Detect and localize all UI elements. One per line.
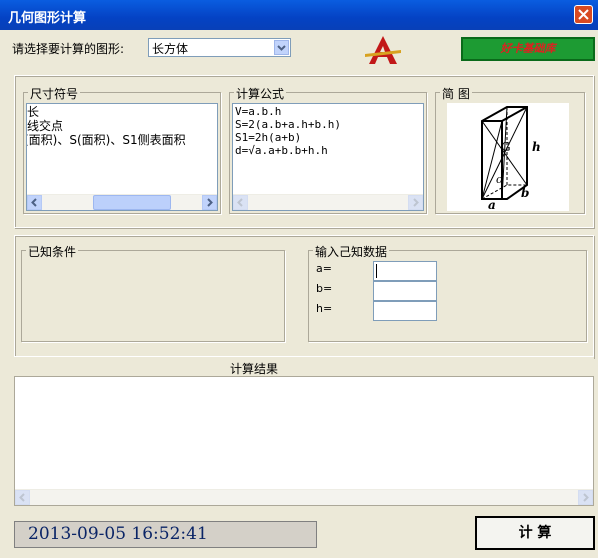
cuboid-diagram-image: G o h a b	[481, 106, 541, 212]
library-button[interactable]: 好卡基础库	[461, 37, 595, 61]
result-box[interactable]	[14, 376, 594, 506]
dimensions-line: (面积)、S(面积)、S1侧表面积	[26, 133, 186, 147]
input-data-legend: 输入己知数据	[313, 243, 390, 260]
scroll-thumb[interactable]	[93, 195, 171, 210]
result-title: 计算结果	[230, 362, 279, 376]
chevron-left-icon	[19, 493, 25, 502]
formula-line: S=2(a.b+a.h+b.h)	[235, 118, 341, 131]
scroll-left-button[interactable]	[15, 490, 30, 505]
close-icon	[578, 9, 589, 20]
chevron-right-icon	[583, 493, 589, 502]
formulas-list[interactable]: V=a.b.h S=2(a.b+a.h+b.h) S1=2h(a+b) d=√a…	[232, 103, 424, 211]
dimensions-list[interactable]: 长 线交点 (面积)、S(面积)、S1侧表面积	[26, 103, 218, 211]
cuboid-diagram: G o h a b	[447, 103, 569, 212]
formula-line: d=√a.a+b.b+h.h	[235, 144, 328, 157]
chevron-left-icon	[31, 198, 37, 207]
scroll-right-button[interactable]	[408, 195, 423, 210]
chevron-right-icon	[207, 198, 213, 207]
window-title: 几何图形计算	[8, 11, 87, 26]
text-caret	[376, 264, 377, 278]
datetime-display: 2013-09-05 16:52:41	[14, 521, 317, 548]
input-h[interactable]	[373, 301, 437, 321]
dimensions-line: 长	[27, 105, 40, 119]
input-a[interactable]	[373, 261, 437, 281]
scroll-right-button[interactable]	[202, 195, 217, 210]
app-logo-icon	[365, 36, 401, 64]
diagram-group: 简 图 G o h a b	[435, 85, 585, 214]
known-conditions-legend: 已知条件	[26, 243, 79, 260]
title-bar: 几何图形计算	[0, 0, 598, 30]
input-data-group: 输入己知数据 a= b= h=	[308, 243, 587, 342]
formulas-text: V=a.b.h S=2(a.b+a.h+b.h) S1=2h(a+b) d=√a…	[235, 105, 341, 157]
input-panel: 已知条件 输入己知数据 a= b= h=	[14, 235, 594, 358]
field-label-a: a=	[316, 262, 332, 275]
scroll-right-button[interactable]	[578, 490, 593, 505]
formula-line: S1=2h(a+b)	[235, 131, 302, 144]
formula-line: V=a.b.h	[235, 105, 282, 118]
formulas-hscrollbar[interactable]	[233, 194, 423, 210]
shape-select-label: 请选择要计算的图形:	[12, 42, 125, 56]
info-panel: 尺寸符号 长 线交点 (面积)、S(面积)、S1侧表面积 计算公式 V=a.b.…	[14, 75, 594, 228]
input-b[interactable]	[373, 281, 437, 301]
dimensions-line: 线交点	[27, 119, 64, 133]
main-window: 请选择要计算的图形: 长方体 好卡基础库 尺寸符号 长 线交点 (面积)、S(面…	[0, 30, 598, 558]
close-button[interactable]	[574, 5, 593, 24]
field-label-h: h=	[316, 302, 333, 315]
chevron-left-icon	[237, 198, 243, 207]
chevron-down-icon[interactable]	[274, 40, 289, 55]
scroll-left-button[interactable]	[233, 195, 248, 210]
field-label-b: b=	[316, 282, 333, 295]
formulas-group: 计算公式 V=a.b.h S=2(a.b+a.h+b.h) S1=2h(a+b)…	[229, 85, 427, 214]
scroll-left-button[interactable]	[27, 195, 42, 210]
diagram-label-g: G	[501, 140, 511, 154]
diagram-label-h: h	[532, 140, 541, 154]
result-header: 计算结果	[14, 356, 594, 377]
dimensions-text: 长 线交点 (面积)、S(面积)、S1侧表面积	[27, 105, 186, 147]
diagram-legend: 简 图	[440, 85, 472, 102]
diagram-label-o: o	[496, 173, 503, 186]
shape-select-value: 长方体	[152, 42, 189, 56]
shape-select[interactable]: 长方体	[148, 38, 291, 57]
diagram-label-b: b	[521, 186, 529, 200]
result-hscrollbar[interactable]	[15, 489, 593, 505]
calculate-button[interactable]: 计 算	[475, 516, 595, 550]
diagram-label-a: a	[488, 198, 496, 211]
formulas-legend: 计算公式	[234, 85, 287, 102]
chevron-right-icon	[413, 198, 419, 207]
known-conditions-group: 已知条件	[21, 243, 285, 342]
dimensions-legend: 尺寸符号	[28, 85, 81, 102]
dimensions-group: 尺寸符号 长 线交点 (面积)、S(面积)、S1侧表面积	[23, 85, 221, 214]
dimensions-hscrollbar[interactable]	[27, 194, 217, 210]
